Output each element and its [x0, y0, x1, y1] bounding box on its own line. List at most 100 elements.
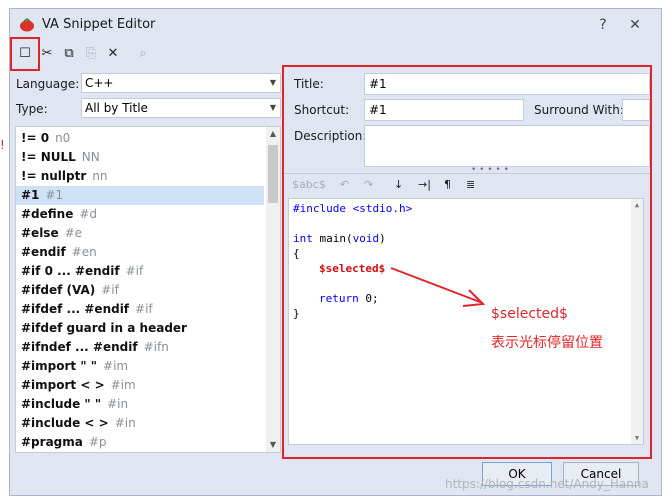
snippet-shortcut: n0: [55, 131, 71, 145]
close-button[interactable]: ✕: [624, 15, 646, 35]
list-item[interactable]: #include < > #in: [16, 414, 264, 433]
indent-icon[interactable]: →|: [418, 178, 431, 191]
find-icon[interactable]: ⌕: [134, 45, 152, 63]
snippet-title: #endif: [21, 245, 66, 259]
code-text: 0;: [358, 292, 379, 305]
selected-variable: $selected$: [319, 262, 386, 275]
list-item[interactable]: #define #d: [16, 205, 264, 224]
list-item[interactable]: #1 #1: [16, 186, 264, 205]
title-field[interactable]: #1: [364, 73, 650, 95]
list-item[interactable]: #else #e: [16, 224, 264, 243]
type-select[interactable]: All by Title ▼: [81, 98, 281, 118]
help-button[interactable]: ?: [592, 15, 614, 35]
snippet-title: #define: [21, 207, 74, 221]
snippet-code-editor[interactable]: #include <stdio.h> int main(void) { $sel…: [288, 198, 644, 445]
scroll-down-icon[interactable]: ▼: [631, 432, 643, 444]
scroll-down-icon[interactable]: ▼: [266, 438, 280, 452]
snippet-title: != NULL: [21, 150, 76, 164]
list-item[interactable]: != nullptr nn: [16, 167, 264, 186]
tomato-app-icon: [20, 18, 34, 32]
list-item[interactable]: #include " " #in: [16, 395, 264, 414]
undo-icon[interactable]: ↶: [340, 178, 349, 191]
sort-icon[interactable]: ↓: [394, 178, 403, 191]
snippet-shortcut: #ifn: [143, 340, 169, 354]
code-line: $selected$: [319, 261, 385, 276]
list-item[interactable]: #endif #en: [16, 243, 264, 262]
snippet-shortcut: #in: [107, 397, 129, 411]
snippet-title: != nullptr: [21, 169, 87, 183]
language-label: Language:: [16, 77, 80, 91]
description-label: Description:: [294, 129, 367, 143]
snippet-title: #ifdef ... #endif: [21, 302, 130, 316]
list-item[interactable]: #ifdef (VA) #if: [16, 281, 264, 300]
shortcut-field[interactable]: #1: [364, 99, 524, 121]
code-line: int main(void): [293, 231, 386, 246]
keyword-int: int: [293, 232, 313, 245]
snippet-title: #ifdef (VA): [21, 283, 96, 297]
scroll-up-icon[interactable]: ▲: [631, 199, 643, 211]
snippet-shortcut: #en: [71, 245, 97, 259]
annotation-variable: $selected$: [491, 306, 568, 322]
main-toolbar: ☐ ✂ ⧉ ⎘ ✕ ⌕: [10, 37, 661, 71]
list-item[interactable]: #ifdef guard in a header: [16, 319, 264, 338]
background-exclamation: !: [0, 138, 5, 152]
code-line: return 0;: [319, 291, 379, 306]
language-value: C++: [85, 76, 114, 90]
snippet-title: #if 0 ... #endif: [21, 264, 120, 278]
redo-icon[interactable]: ↷: [364, 178, 373, 191]
watermark: https://blog.csdn.net/Andy_Hanna: [445, 477, 649, 491]
code-line: {: [293, 246, 300, 261]
delete-icon[interactable]: ✕: [104, 45, 122, 63]
language-select[interactable]: C++ ▼: [81, 73, 281, 93]
snippet-shortcut: #1: [45, 188, 64, 202]
scroll-up-icon[interactable]: ▲: [266, 127, 280, 141]
keyword-void: void: [352, 232, 380, 245]
surround-with-field[interactable]: [622, 99, 650, 121]
code-line: #include <stdio.h>: [293, 201, 412, 216]
copy-icon[interactable]: ⧉: [60, 45, 78, 63]
word-wrap-icon[interactable]: ≣: [466, 178, 475, 191]
snippet-shortcut: #if: [135, 302, 153, 316]
snippet-editor-window: VA Snippet Editor ? ✕ ☐ ✂ ⧉ ⎘ ✕ ⌕ Langua…: [9, 8, 662, 496]
snippet-shortcut: #e: [64, 226, 83, 240]
chevron-down-icon: ▼: [269, 78, 276, 87]
snippet-shortcut: #in: [114, 416, 136, 430]
snippet-title: != 0: [21, 131, 50, 145]
snippet-title: #include < >: [21, 416, 109, 430]
cut-icon[interactable]: ✂: [38, 45, 56, 63]
snippet-shortcut: #im: [110, 378, 136, 392]
type-value: All by Title: [85, 101, 148, 115]
code-text: {: [293, 247, 300, 260]
list-item[interactable]: #import " " #im: [16, 357, 264, 376]
description-field[interactable]: [364, 125, 650, 167]
list-item[interactable]: != NULL NN: [16, 148, 264, 167]
list-item[interactable]: #ifndef ... #endif #ifn: [16, 338, 264, 357]
list-item[interactable]: #if 0 ... #endif #if: [16, 262, 264, 281]
snippet-shortcut: #p: [88, 435, 107, 449]
insert-variable-button[interactable]: $abc$: [292, 178, 326, 191]
snippet-shortcut: #if: [125, 264, 144, 278]
snippet-title: #1: [21, 188, 40, 202]
list-item[interactable]: #ifdef ... #endif #if: [16, 300, 264, 319]
list-scrollbar[interactable]: ▲ ▼: [266, 127, 280, 452]
chevron-down-icon: ▼: [269, 103, 276, 112]
editor-scrollbar[interactable]: ▲ ▼: [631, 199, 643, 444]
paste-icon[interactable]: ⎘: [82, 45, 100, 63]
annotation-caption: 表示光标停留位置: [491, 335, 603, 351]
snippet-list[interactable]: != 0 n0 != NULL NN != nullptr nn #1 #1 #define #d…: [15, 126, 281, 453]
list-item[interactable]: #import < > #im: [16, 376, 264, 395]
window-title: VA Snippet Editor: [42, 17, 156, 32]
snippet-shortcut: nn: [92, 169, 108, 183]
new-snippet-icon[interactable]: ☐: [16, 45, 34, 63]
list-item[interactable]: #pragma #p: [16, 433, 264, 452]
pilcrow-icon[interactable]: ¶: [444, 178, 451, 191]
surround-with-label: Surround With:: [534, 103, 624, 117]
annotation-arrow: [390, 267, 486, 307]
title-bar: VA Snippet Editor ? ✕: [10, 9, 661, 41]
snippet-title: #include " ": [21, 397, 102, 411]
type-label: Type:: [16, 102, 48, 116]
snippet-shortcut: #if: [101, 283, 119, 297]
list-item[interactable]: != 0 n0: [16, 129, 264, 148]
snippet-title: #ifdef guard in a header: [21, 321, 187, 335]
scroll-thumb[interactable]: [268, 145, 278, 203]
